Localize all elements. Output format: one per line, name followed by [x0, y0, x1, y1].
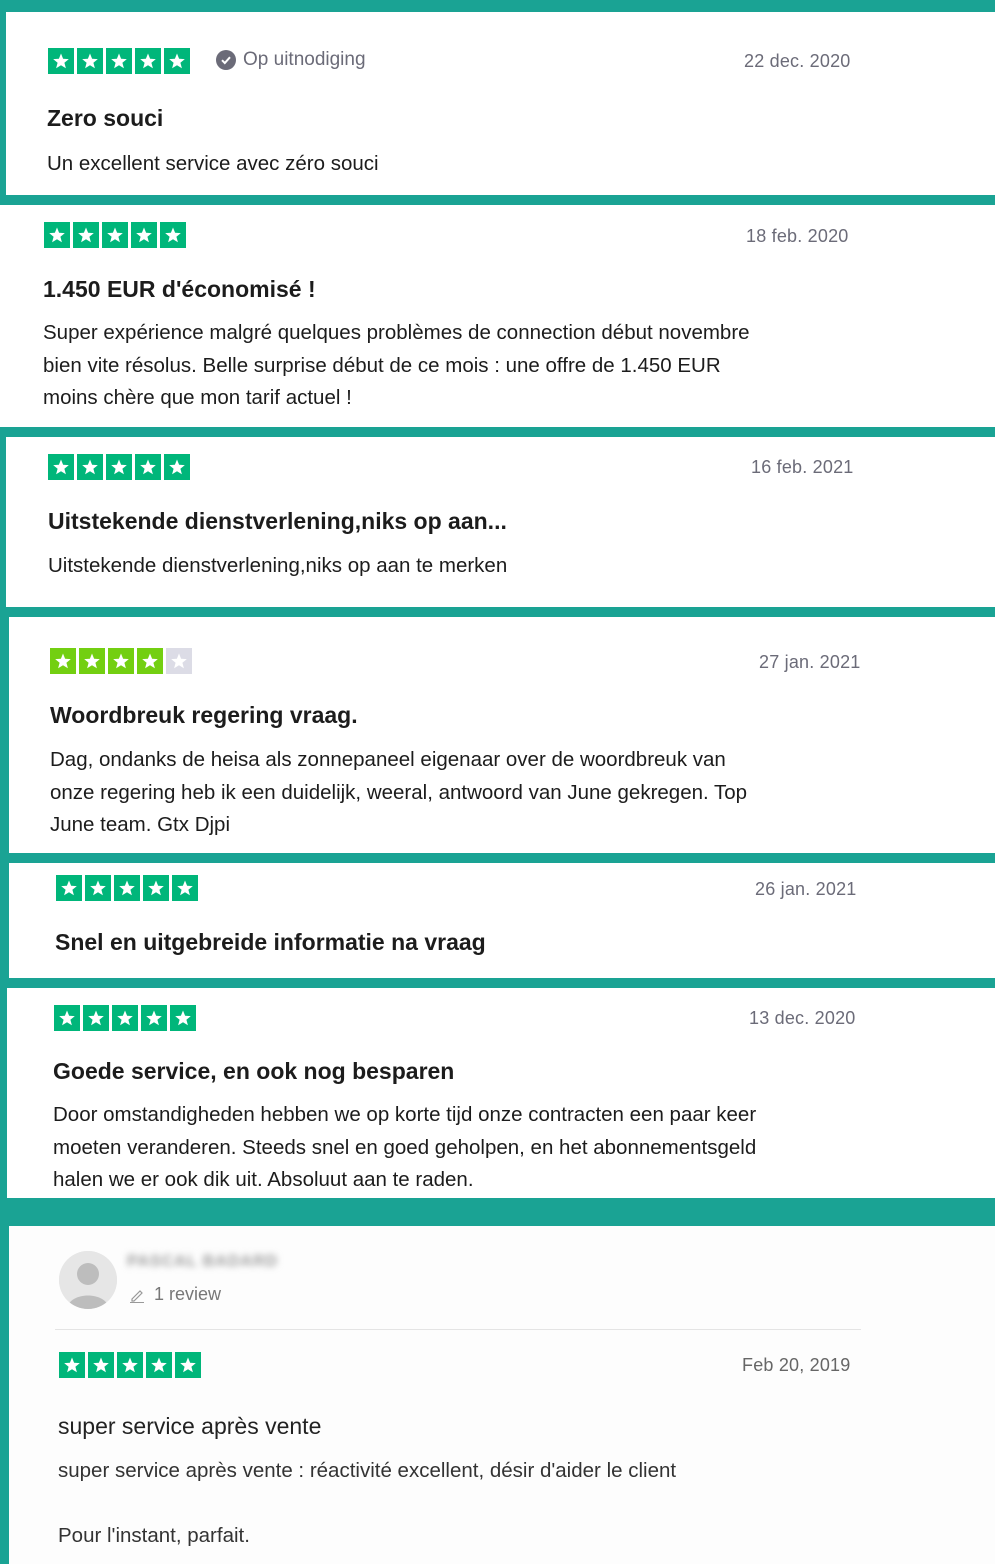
star-icon	[79, 648, 105, 674]
review-title[interactable]: Woordbreuk regering vraag.	[50, 702, 358, 729]
star-icon	[44, 222, 70, 248]
star-icon	[108, 648, 134, 674]
review-date: 16 feb. 2021	[751, 457, 854, 477]
star-icon	[135, 454, 161, 480]
reviewer-name[interactable]: PASCAL BADARD	[127, 1253, 278, 1271]
review-body: Un excellent service avec zéro souci	[47, 152, 379, 175]
star-icon	[106, 48, 132, 74]
star-icon	[131, 222, 157, 248]
star-rating	[54, 1005, 196, 1031]
review-card: 16 feb. 2021 Uitstekende dienstverlening…	[6, 437, 995, 607]
review-count[interactable]: 1 review	[129, 1284, 221, 1305]
star-icon	[88, 1352, 114, 1378]
review-body: Dag, ondanks de heisa als zonnepaneel ei…	[50, 748, 748, 836]
review-card: 18 feb. 2020 1.450 EUR d'économisé ! Sup…	[0, 205, 995, 427]
star-icon	[114, 875, 140, 901]
star-rating	[56, 875, 198, 901]
star-icon	[106, 454, 132, 480]
star-icon	[85, 875, 111, 901]
review-card: 26 jan. 2021 Snel en uitgebreide informa…	[9, 863, 995, 978]
star-rating	[50, 648, 192, 674]
star-icon	[50, 648, 76, 674]
star-icon	[137, 648, 163, 674]
review-card: PASCAL BADARD 1 review Feb 20, 2019 supe…	[9, 1226, 995, 1564]
review-body: Door omstandigheden hebben we op korte t…	[53, 1103, 757, 1191]
star-icon	[170, 1005, 196, 1031]
check-circle-icon	[216, 50, 236, 70]
star-icon	[135, 48, 161, 74]
review-count-label: 1 review	[154, 1284, 222, 1304]
star-icon	[141, 1005, 167, 1031]
review-body: super service après vente : réactivité e…	[58, 1459, 677, 1547]
review-body: Super expérience malgré quelques problèm…	[43, 321, 750, 409]
review-date: 13 dec. 2020	[749, 1008, 856, 1028]
user-silhouette-icon	[59, 1251, 117, 1309]
review-title[interactable]: Uitstekende dienstverlening,niks op aan.…	[48, 508, 507, 535]
pencil-icon	[130, 1289, 144, 1303]
star-rating	[48, 454, 190, 480]
star-icon	[117, 1352, 143, 1378]
review-date: 26 jan. 2021	[755, 879, 857, 899]
star-icon	[112, 1005, 138, 1031]
star-icon	[172, 875, 198, 901]
verified-badge: Op uitnodiging	[216, 49, 366, 71]
star-icon	[56, 875, 82, 901]
review-title[interactable]: Goede service, en ook nog besparen	[53, 1058, 454, 1085]
review-title[interactable]: Zero souci	[47, 105, 163, 132]
star-icon	[143, 875, 169, 901]
star-icon	[175, 1352, 201, 1378]
star-icon	[77, 48, 103, 74]
star-icon	[54, 1005, 80, 1031]
star-icon	[146, 1352, 172, 1378]
review-card: Op uitnodiging 22 dec. 2020 Zero souci U…	[6, 12, 995, 195]
review-card: 13 dec. 2020 Goede service, en ook nog b…	[7, 988, 995, 1198]
star-icon	[160, 222, 186, 248]
review-title[interactable]: super service après vente	[58, 1413, 321, 1440]
star-icon	[77, 454, 103, 480]
review-body: Uitstekende dienstverlening,niks op aan …	[48, 554, 508, 577]
star-rating	[59, 1352, 201, 1378]
star-icon	[83, 1005, 109, 1031]
star-rating	[44, 222, 186, 248]
verified-label: Op uitnodiging	[243, 49, 366, 70]
star-icon	[73, 222, 99, 248]
review-date: 27 jan. 2021	[759, 652, 861, 672]
avatar[interactable]	[59, 1251, 117, 1309]
star-icon	[102, 222, 128, 248]
star-icon	[164, 454, 190, 480]
review-title[interactable]: 1.450 EUR d'économisé !	[43, 276, 316, 303]
star-icon	[48, 48, 74, 74]
star-rating	[48, 48, 190, 74]
review-date: Feb 20, 2019	[742, 1355, 851, 1375]
star-icon	[166, 648, 192, 674]
review-date: 18 feb. 2020	[746, 226, 849, 246]
star-icon	[59, 1352, 85, 1378]
star-icon	[164, 48, 190, 74]
divider	[55, 1329, 861, 1330]
review-title[interactable]: Snel en uitgebreide informatie na vraag	[55, 929, 486, 956]
star-icon	[48, 454, 74, 480]
review-date: 22 dec. 2020	[744, 51, 851, 71]
review-card: 27 jan. 2021 Woordbreuk regering vraag. …	[9, 617, 995, 853]
